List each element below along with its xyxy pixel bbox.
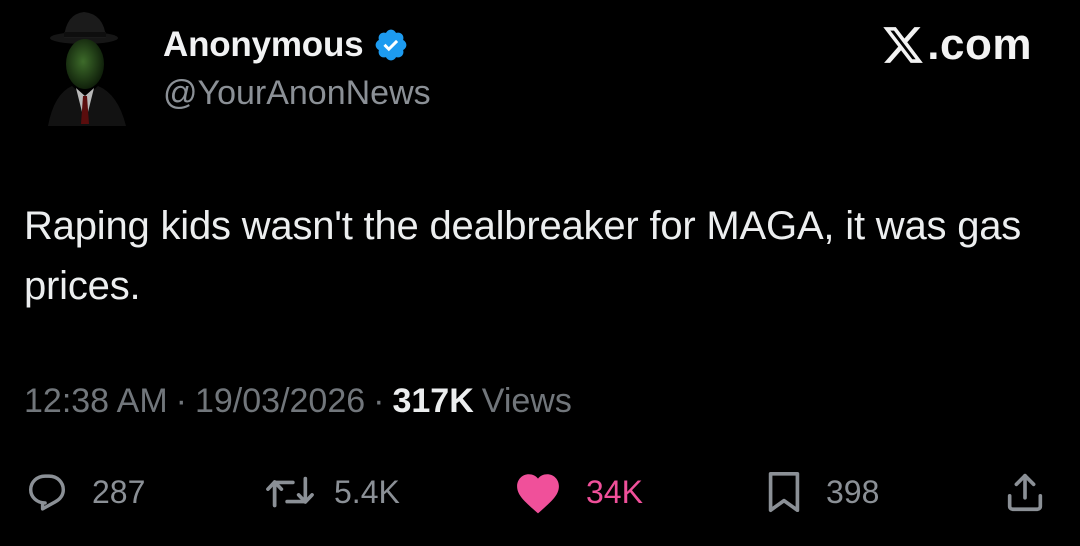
bookmark-count: 398 bbox=[826, 473, 880, 510]
x-logo-icon bbox=[881, 23, 925, 67]
site-label-text: .com bbox=[927, 20, 1032, 69]
anonymous-silhouette-avatar-icon bbox=[48, 12, 126, 126]
repost-count: 5.4K bbox=[334, 473, 400, 510]
tweet-card: Anonymous @YourAnonNews .com Raping kids… bbox=[0, 0, 1080, 546]
tweet-time[interactable]: 12:38 AM bbox=[24, 382, 168, 421]
author-name-row: Anonymous bbox=[163, 20, 409, 70]
tweet-date[interactable]: 19/03/2026 bbox=[195, 382, 365, 421]
avatar[interactable] bbox=[40, 6, 140, 126]
reply-count: 287 bbox=[92, 473, 146, 510]
tweet-actions: 287 5.4K 34K 398 bbox=[0, 466, 1080, 518]
like-count: 34K bbox=[586, 473, 643, 510]
tweet-text: Raping kids wasn't the dealbreaker for M… bbox=[24, 204, 1022, 308]
reply-button[interactable]: 287 bbox=[24, 466, 145, 518]
views-label[interactable]: Views bbox=[482, 382, 572, 421]
meta-separator: · bbox=[175, 382, 187, 420]
reply-icon bbox=[24, 469, 70, 515]
repost-button[interactable]: 5.4K bbox=[262, 466, 400, 518]
share-icon bbox=[1002, 469, 1048, 515]
repost-icon bbox=[262, 469, 318, 515]
like-button[interactable]: 34K bbox=[512, 466, 643, 518]
meta-separator: · bbox=[373, 382, 385, 420]
views-count[interactable]: 317K bbox=[392, 382, 473, 421]
bookmark-button[interactable]: 398 bbox=[764, 466, 879, 518]
bookmark-icon bbox=[764, 469, 804, 515]
author-handle[interactable]: @YourAnonNews bbox=[163, 74, 431, 113]
author-display-name[interactable]: Anonymous bbox=[163, 25, 364, 65]
share-button[interactable] bbox=[1002, 466, 1048, 518]
tweet-meta: 12:38 AM · 19/03/2026 · 317K Views bbox=[24, 382, 572, 421]
verified-badge-icon[interactable] bbox=[373, 27, 409, 63]
site-label: .com bbox=[881, 20, 1032, 70]
heart-icon bbox=[512, 469, 564, 515]
